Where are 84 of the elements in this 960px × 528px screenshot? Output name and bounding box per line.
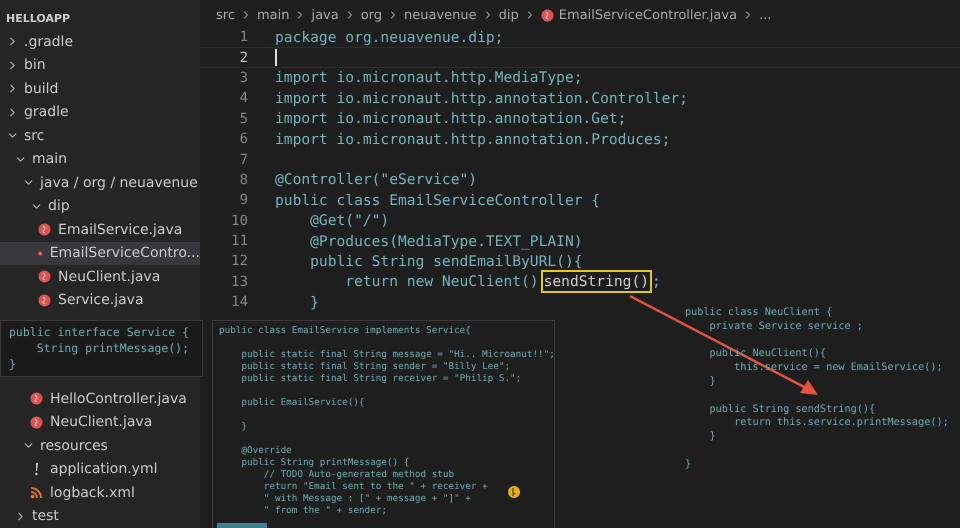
code-line: public static final String receiver = "Philip S."; — [240, 373, 522, 385]
folder-item[interactable]: build — [0, 77, 200, 100]
breadcrumb-item[interactable]: EmailServiceController.java — [558, 8, 738, 22]
line-number: 12 — [230, 253, 248, 270]
text-cursor — [275, 49, 277, 66]
file-item[interactable]: EmailService.java — [0, 218, 200, 242]
line-number: 6 — [238, 131, 248, 148]
java-file-icon — [38, 223, 51, 236]
code-line: public class EmailService implements Service{ — [219, 325, 471, 337]
line-number: 2 — [238, 50, 248, 66]
line-number: 8 — [238, 172, 248, 188]
code-line: return new NeuClient() — [344, 273, 539, 290]
code-line: ; — [652, 273, 661, 290]
code-line: public static final String sender = "Billy Lee"; — [240, 361, 510, 373]
file-item[interactable]: EmailServiceContro... — [0, 242, 200, 265]
folder-item[interactable]: java / org / neuavenue — [0, 171, 200, 194]
highlight-frame: sendString() — [540, 270, 652, 294]
code-line: import io.micronaut.http.annotation.Get; — [275, 110, 626, 128]
code-line: import io.micronaut.http.annotation.Produces; — [275, 130, 670, 148]
folder-item[interactable]: .gradle — [0, 30, 200, 54]
line-number: 13 — [230, 274, 248, 290]
breadcrumb-item[interactable]: neuavenue — [404, 8, 477, 22]
file-item[interactable]: logback.xml — [0, 481, 200, 504]
code-line: public EmailService(){ — [240, 397, 365, 409]
java-file-icon — [38, 294, 51, 307]
code-line: import io.micronaut.http.annotation.Controller; — [275, 90, 688, 107]
code-line: @Controller("eService") — [275, 171, 478, 188]
code-line: @Produces(MediaType.TEXT_PLAIN) — [309, 232, 583, 250]
code-line: return this.service.printMessage(); — [733, 416, 949, 430]
file-item[interactable]: HelloController.java — [0, 387, 200, 410]
code-line: } — [708, 374, 716, 389]
line-number: 11 — [230, 233, 248, 250]
breadcrumb-item[interactable]: dip — [498, 8, 519, 22]
code-line: public String printMessage() { — [240, 457, 410, 469]
breadcrumb-item[interactable]: main — [256, 8, 290, 22]
folder-item[interactable]: main — [0, 148, 200, 171]
code-line: private Service service ; — [708, 320, 863, 334]
code-line: // TODO Auto-generated method stub — [262, 469, 454, 481]
line-number: 4 — [238, 90, 248, 106]
line-number: 10 — [230, 212, 248, 229]
folder-item[interactable]: test — [0, 504, 200, 528]
folder-item[interactable]: resources — [0, 434, 200, 458]
file-item[interactable]: Service.java — [0, 288, 200, 312]
code-line: } — [708, 430, 716, 444]
line-number: 1 — [238, 29, 248, 46]
breadcrumb-item[interactable]: java — [311, 8, 339, 22]
file-item[interactable]: NeuClient.java — [0, 410, 200, 434]
line-number: 14 — [230, 294, 248, 310]
file-item[interactable]: application.yml — [0, 458, 200, 481]
code-line: " from the " + sender; — [262, 505, 387, 517]
code-snippet: public interface Service { String printMessage(); } — [0, 320, 203, 377]
code-line: public class NeuClient { — [685, 306, 832, 320]
code-line: } — [240, 421, 247, 433]
code-line: " with Message : [" + message + "]" + — [262, 493, 471, 505]
line-number: 5 — [238, 110, 248, 127]
line-number: 3 — [238, 70, 248, 86]
code-line: public String sendEmailByURL(){ — [309, 252, 583, 270]
code-line: @Override — [240, 445, 292, 457]
code-line: public class EmailServiceController { — [275, 192, 600, 209]
folder-item[interactable]: dip — [0, 194, 200, 218]
code-line: import io.micronaut.http.MediaType; — [275, 69, 583, 86]
code-line: } — [685, 458, 692, 472]
code-line: package org.neuavenue.dip; — [275, 28, 504, 46]
breadcrumb-item[interactable]: src — [216, 8, 235, 22]
line-number: 9 — [238, 192, 248, 208]
code-line: @Get("/") — [309, 212, 390, 230]
breadcrumb-item[interactable]: org — [360, 8, 382, 22]
code-line: } — [309, 294, 319, 311]
java-file-icon — [38, 270, 51, 284]
code-line: public String sendString(){ — [708, 402, 876, 416]
folder-item[interactable]: bin — [0, 54, 200, 77]
java-file-icon — [540, 8, 554, 22]
pointer-highlight-icon — [507, 485, 521, 499]
rss-icon — [30, 486, 43, 500]
explorer-title: HELLOAPP — [5, 11, 72, 27]
java-file-icon — [30, 416, 43, 429]
java-file-icon — [30, 392, 43, 406]
line-number: 7 — [238, 152, 248, 168]
code-line: return "Email sent to the " + receiver + — [262, 481, 488, 493]
file-item[interactable]: NeuClient.java — [0, 265, 200, 288]
folder-item[interactable]: gradle — [0, 100, 200, 124]
breadcrumb-item[interactable]: ... — [759, 8, 772, 22]
folder-item[interactable]: src — [0, 124, 200, 148]
code-line: public static final String message = "Hi.. Microanut!!"; — [240, 349, 554, 361]
